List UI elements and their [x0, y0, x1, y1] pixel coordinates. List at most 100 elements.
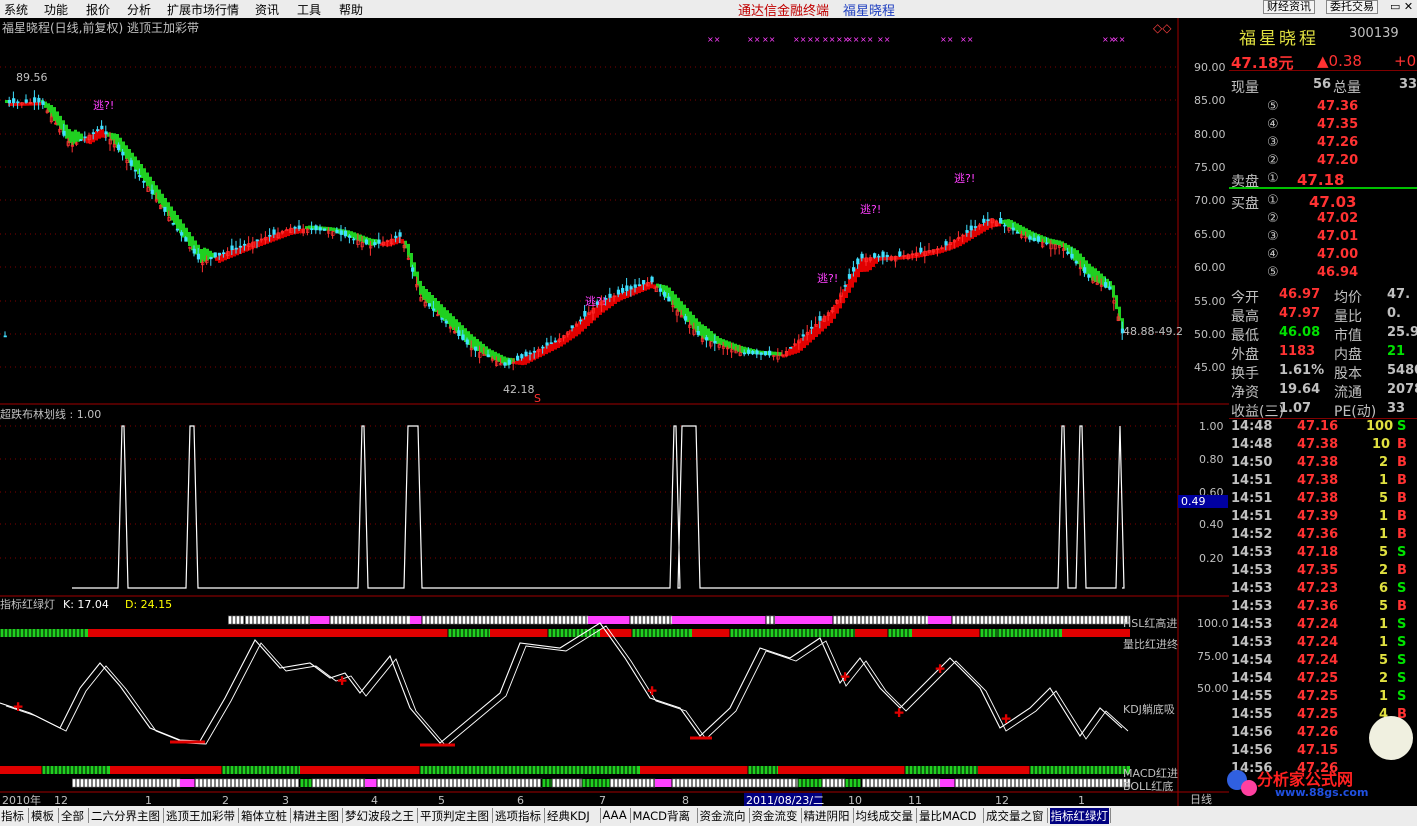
tick-row[interactable]: 14:51 47.38 1 B [1229, 472, 1417, 491]
menu-function[interactable]: 功能 [44, 1, 68, 18]
bid-row[interactable]: ④ 47.00 [1229, 246, 1417, 265]
ribbon-red [392, 238, 395, 246]
stat-row[interactable]: 外盘 1183 内盘 21 [1229, 343, 1417, 363]
ribbon-red [623, 291, 626, 300]
brand-watermark: 分析家公式网 www.88gs.com [1215, 708, 1417, 799]
bid-row[interactable]: ② 47.02 [1229, 210, 1417, 229]
menu-quote[interactable]: 报价 [86, 1, 110, 18]
ribbon-red [266, 236, 269, 244]
tab-4[interactable]: 逃顶王加彩带 [166, 808, 235, 824]
candle-body [142, 181, 146, 183]
candle-body [751, 350, 755, 355]
candle-body [642, 280, 646, 285]
stat-row[interactable]: 最低 46.08 市值 25.9 [1229, 324, 1417, 344]
tick-row[interactable]: 14:53 47.18 5 S [1229, 544, 1417, 563]
tick-row[interactable]: 14:54 47.25 2 S [1229, 670, 1417, 689]
boll-signal-bar [300, 779, 312, 787]
ask-row[interactable]: ⑤ 47.36 [1229, 98, 1417, 117]
tick-row[interactable]: 14:53 47.36 5 B [1229, 598, 1417, 617]
ribbon-red [848, 278, 851, 293]
trade-button[interactable]: 委托交易 [1326, 0, 1378, 14]
menu-info[interactable]: 资讯 [255, 1, 279, 18]
tab-16[interactable]: 均线成交量 [856, 808, 914, 824]
tab-3[interactable]: 二六分界主图 [91, 808, 160, 824]
window-controls[interactable]: ▭ ✕ [1390, 0, 1413, 13]
stat-value: 19.64 [1279, 382, 1321, 397]
ribbon-green [449, 313, 452, 327]
ask-row[interactable]: ④ 47.35 [1229, 116, 1417, 135]
stock-code: 300139 [1349, 26, 1399, 41]
tick-row[interactable]: 14:51 47.38 5 B [1229, 490, 1417, 509]
stat-row[interactable]: 换手 1.61% 股本 5480 [1229, 362, 1417, 382]
tab-10[interactable]: 经典KDJ [547, 808, 590, 824]
candle-body [944, 241, 948, 246]
tab-13[interactable]: 资金流向 [700, 808, 746, 824]
candle-body [982, 218, 986, 223]
stat-value: 33 [1387, 401, 1406, 416]
tab-11[interactable]: AAA [603, 808, 627, 822]
stat-row[interactable]: 今开 46.97 均价 47. [1229, 286, 1417, 306]
ask-row[interactable]: 卖盘 ① 47.18 [1229, 170, 1417, 190]
tab-2[interactable]: 全部 [61, 808, 84, 824]
ribbon-green [1064, 243, 1067, 251]
tab-8[interactable]: 平顶判定主图 [420, 808, 489, 824]
chart-area[interactable]: 90.00 85.00 80.00 75.00 70.00 65.00 60.00 55.00… [0, 18, 1229, 806]
menu-extended-market[interactable]: 扩展市场行情 [167, 1, 239, 18]
tick-row[interactable]: 14:48 47.16 100 S [1229, 418, 1417, 437]
candle-body [268, 234, 272, 237]
tick-row[interactable]: 14:50 47.38 2 B [1229, 454, 1417, 473]
finance-news-button[interactable]: 财经资讯 [1263, 0, 1315, 14]
bid-row[interactable]: ③ 47.01 [1229, 228, 1417, 247]
candle-body [755, 350, 759, 355]
menu-analysis[interactable]: 分析 [127, 1, 151, 18]
tick-row[interactable]: 14:55 47.25 1 S [1229, 688, 1417, 707]
stat-row[interactable]: 收益(三) 1.07 PE(动) 33 [1229, 400, 1417, 420]
period-label[interactable]: 日线 [1190, 792, 1212, 806]
tab-12[interactable]: MACD背离 [633, 808, 690, 824]
candle-body [1066, 251, 1070, 254]
tab-0[interactable]: 指标 [1, 808, 24, 824]
tick-row[interactable]: 14:53 47.24 1 S [1229, 616, 1417, 635]
tab-7[interactable]: 梦幻波段之王 [345, 808, 414, 824]
price-row: 47.18元 ▲0.38 +0. [1229, 51, 1417, 72]
candle-body [297, 225, 301, 229]
tab-14[interactable]: 资金流变 [752, 808, 798, 824]
tab-separator [28, 808, 29, 823]
stat-row[interactable]: 净资 19.64 流通 2078 [1229, 381, 1417, 401]
tick-row[interactable]: 14:52 47.36 1 B [1229, 526, 1417, 545]
tick-row[interactable]: 14:48 47.38 10 B [1229, 436, 1417, 455]
x-tick-label: 2 [222, 794, 229, 806]
tick-row[interactable]: 14:54 47.24 5 S [1229, 652, 1417, 671]
menu-help[interactable]: 帮助 [339, 1, 363, 18]
tab-17[interactable]: 量比MACD [919, 808, 976, 824]
tick-row[interactable]: 14:51 47.39 1 B [1229, 508, 1417, 527]
ribbon-green [329, 227, 332, 231]
tab-1[interactable]: 模板 [31, 808, 54, 824]
tab-19[interactable]: 指标红绿灯 [1049, 808, 1109, 824]
menu-tools[interactable]: 工具 [297, 1, 321, 18]
candle-body [1036, 236, 1041, 242]
tab-separator [629, 808, 631, 823]
tab-15[interactable]: 精进阴阳 [804, 808, 850, 824]
tab-18[interactable]: 成交量之窗 [986, 808, 1044, 824]
menu-system[interactable]: 系统 [4, 1, 28, 18]
flag-icon[interactable]: ◇◇ [1153, 21, 1172, 35]
tick-row[interactable]: 14:53 47.35 2 B [1229, 562, 1417, 581]
tick-price: 47.16 [1297, 419, 1339, 434]
ask-row[interactable]: ③ 47.26 [1229, 134, 1417, 153]
bid-row[interactable]: ⑤ 46.94 [1229, 264, 1417, 283]
tick-row[interactable]: 14:53 47.23 6 S [1229, 580, 1417, 599]
tab-6[interactable]: 精进主图 [293, 808, 339, 824]
bid-row[interactable]: 买盘 ① 47.03 [1229, 192, 1417, 212]
ask-row[interactable]: ② 47.20 [1229, 152, 1417, 171]
tab-separator [492, 808, 493, 823]
tab-9[interactable]: 逃项指标 [495, 808, 541, 824]
candle-body [196, 253, 201, 260]
tick-volume: 1 [1379, 473, 1389, 488]
tab-5[interactable]: 箱体立桩 [241, 808, 287, 824]
tick-row[interactable]: 14:53 47.24 1 S [1229, 634, 1417, 653]
kdj-k-line [0, 622, 1123, 744]
signal-mark: ×× [762, 35, 775, 44]
stat-row[interactable]: 最高 47.97 量比 0. [1229, 305, 1417, 325]
tick-price: 47.38 [1297, 437, 1339, 452]
